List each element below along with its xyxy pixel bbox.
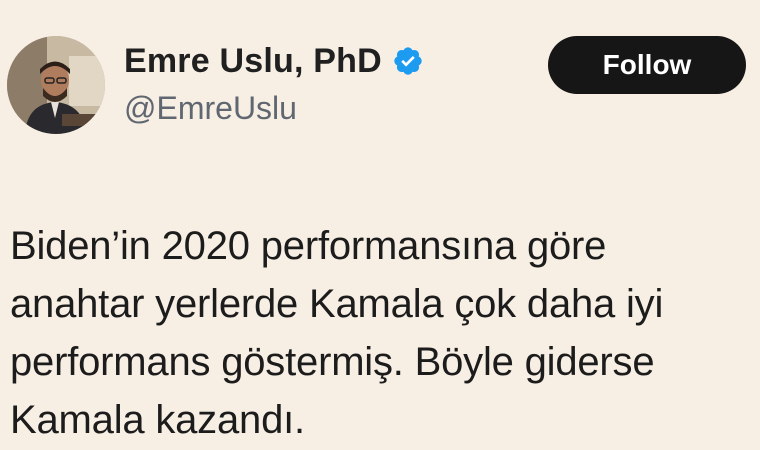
- tweet-text-line: anahtar yerlerde Kamala çok daha iyi: [10, 282, 664, 326]
- author-display-name[interactable]: Emre Uslu, PhD: [124, 42, 382, 81]
- author-handle[interactable]: @EmreUslu: [124, 90, 297, 127]
- tweet-text-line: Biden’in 2020 performansına göre: [10, 224, 607, 268]
- avatar-photo: [7, 36, 105, 134]
- author-name-row: Emre Uslu, PhD: [124, 40, 424, 82]
- tweet-card: Emre Uslu, PhD @EmreUslu Follow Biden’in…: [0, 0, 760, 450]
- follow-button[interactable]: Follow: [548, 36, 746, 94]
- avatar[interactable]: [7, 36, 105, 134]
- tweet-text: Biden’in 2020 performansına göre anahtar…: [10, 217, 750, 449]
- tweet-text-line: performans göstermiş. Böyle giderse: [10, 340, 655, 384]
- verified-badge-icon: [392, 45, 424, 77]
- tweet-text-line: Kamala kazandı.: [10, 398, 305, 442]
